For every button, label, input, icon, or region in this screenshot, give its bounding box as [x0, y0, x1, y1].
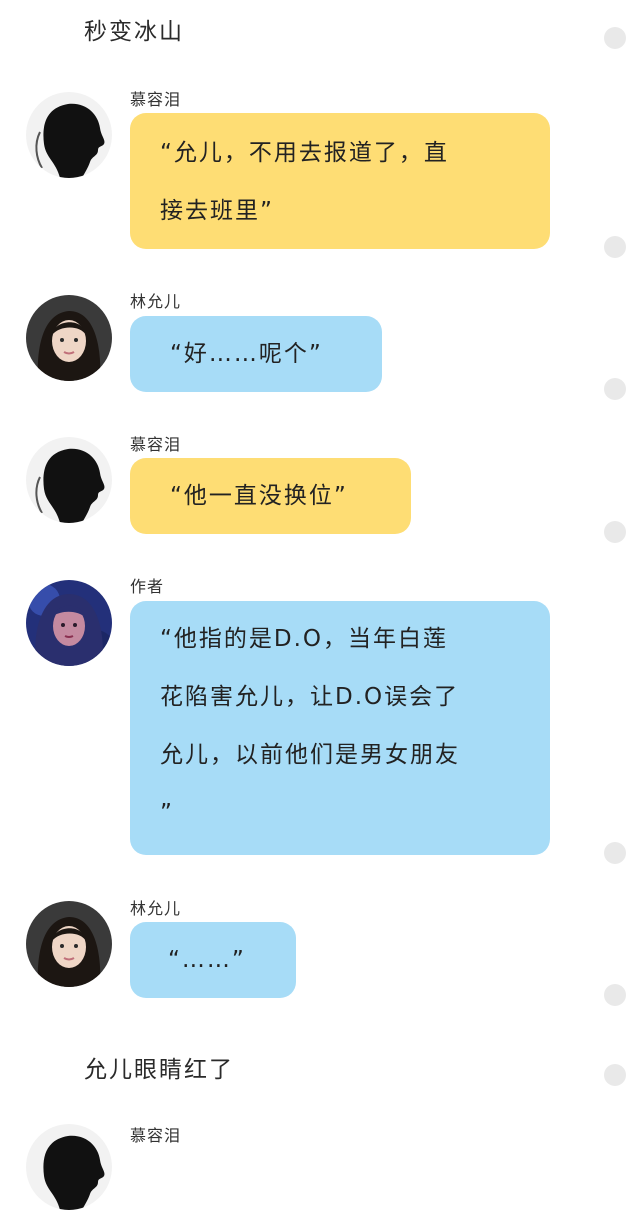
sender-name: 作者	[130, 577, 165, 596]
silhouette-avatar[interactable]	[26, 437, 112, 523]
sender-name: 林允儿	[130, 899, 182, 918]
scroll-dot	[604, 521, 626, 543]
scroll-dot	[604, 984, 626, 1006]
portrait-avatar[interactable]	[26, 901, 112, 987]
scroll-dot	[604, 378, 626, 400]
sender-name: 慕容泪	[130, 435, 182, 454]
narration-text: 秒变冰山	[84, 19, 184, 45]
scroll-dot	[604, 236, 626, 258]
message-bubble: “好……呢个”	[130, 316, 382, 392]
message-bubble: “……”	[130, 922, 296, 998]
portrait-avatar[interactable]	[26, 295, 112, 381]
message-bubble: “允儿，不用去报道了，直 接去班里”	[130, 113, 550, 249]
sender-name: 林允儿	[130, 292, 182, 311]
silhouette-avatar[interactable]	[26, 1124, 112, 1210]
silhouette-avatar[interactable]	[26, 92, 112, 178]
scroll-dot	[604, 1064, 626, 1086]
sender-name: 慕容泪	[130, 90, 182, 109]
message-bubble: “他指的是D.O，当年白莲 花陷害允儿，让D.O误会了 允儿，以前他们是男女朋友…	[130, 601, 550, 855]
narration-text: 允儿眼睛红了	[84, 1057, 234, 1083]
scroll-dot	[604, 27, 626, 49]
sender-name: 慕容泪	[130, 1126, 182, 1145]
scroll-dot	[604, 842, 626, 864]
author-avatar[interactable]	[26, 580, 112, 666]
message-bubble: “他一直没换位”	[130, 458, 411, 534]
